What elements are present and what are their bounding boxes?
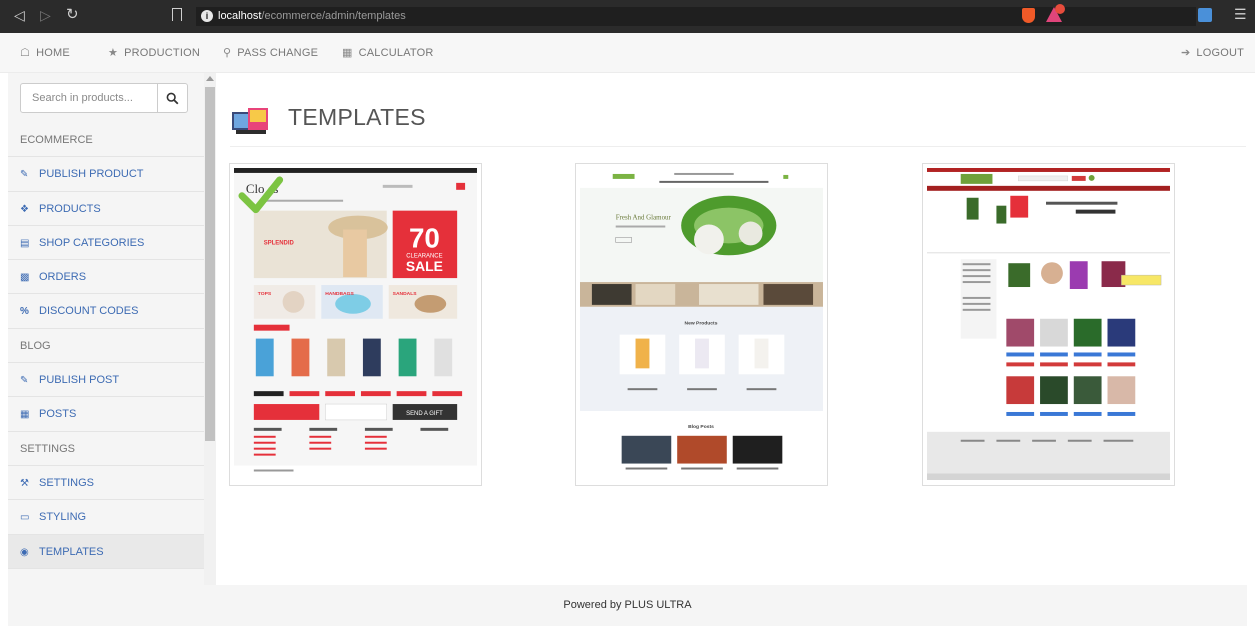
sidebar-heading-blog: BLOG (8, 329, 204, 364)
grid-icon: ▦ (20, 409, 30, 421)
list-icon: ▤ (20, 237, 30, 249)
home-icon: ☖ (20, 47, 31, 59)
calculator-icon: ▦ (342, 47, 353, 59)
sidebar-heading-settings: SETTINGS (8, 432, 204, 466)
mini-section-2: Blog Posts (688, 424, 714, 430)
sidebar-item-publish-product[interactable]: ✎ PUBLISH PRODUCT (8, 157, 204, 192)
edit-icon: ✎ (20, 375, 29, 387)
forward-icon[interactable]: ▷ (40, 7, 51, 24)
mini-hero: Fresh And Glamour (616, 214, 672, 222)
nav-logout-label: LOGOUT (1196, 47, 1245, 59)
sidebar-item-label: POSTS (39, 408, 77, 421)
mini-sale-big: 70 (409, 222, 440, 253)
template-card-3[interactable] (922, 163, 1175, 486)
sidebar-item-label: DISCOUNT CODES (39, 305, 139, 318)
sidebar-item-shop-categories[interactable]: ▤ SHOP CATEGORIES (8, 226, 204, 261)
scrollbar-thumb[interactable] (205, 87, 215, 441)
binoculars-icon: ◉ (20, 546, 29, 558)
template-card-2[interactable]: Fresh And Glamour New Products Blog Post… (575, 163, 828, 486)
header-divider (230, 146, 1246, 147)
mini-send-gift: SEND A GIFT (406, 411, 443, 417)
search-box (20, 83, 188, 113)
sidebar-item-templates[interactable]: ◉ TEMPLATES (8, 534, 204, 569)
nav-production[interactable]: ★ PRODUCTION (108, 46, 200, 59)
sidebar-item-label: STYLING (39, 511, 87, 524)
menu-icon[interactable]: ☰ (1234, 6, 1247, 23)
monitor-icon: ▭ (20, 512, 30, 524)
bookmark-icon[interactable] (172, 8, 182, 21)
edit-icon: ✎ (20, 169, 29, 181)
nav-calculator[interactable]: ▦ CALCULATOR (342, 46, 434, 59)
search-icon (166, 92, 179, 105)
nav-pass-change[interactable]: ⚲ PASS CHANGE (223, 46, 318, 59)
key-icon: ⚲ (223, 47, 232, 59)
nav-production-label: PRODUCTION (124, 47, 201, 59)
nav-home[interactable]: ☖ HOME (20, 46, 70, 59)
mini-section-1: New Products (685, 321, 718, 327)
sidebar-item-styling[interactable]: ▭ STYLING (8, 500, 204, 535)
sidebar-item-label: PUBLISH PRODUCT (39, 168, 144, 181)
sidebar-item-cutoff[interactable]: · ▬▬▬▬▬▬▬▬ (8, 569, 204, 585)
translate-icon[interactable] (1198, 8, 1212, 22)
page-title: TEMPLATES (288, 104, 426, 130)
sidebar-item-label: TEMPLATES (39, 545, 104, 558)
template-preview-pharmacy (927, 168, 1170, 481)
sidebar-item-label: SHOP CATEGORIES (39, 236, 145, 249)
sidebar-item-discount-codes[interactable]: % DISCOUNT CODES (8, 294, 204, 329)
url-path: /ecommerce/admin/templates (261, 10, 406, 22)
mini-banner-2: HANDBAGS (325, 291, 354, 297)
scroll-up-icon[interactable] (206, 76, 214, 81)
sidebar-item-label: PRODUCTS (39, 202, 101, 215)
search-button[interactable] (157, 84, 187, 112)
percent-icon: % (20, 306, 29, 318)
star-icon: ★ (108, 47, 119, 59)
template-card-1[interactable]: Clo es SPLENDID 70 CLEARANCE SALE TOPS H… (229, 163, 482, 486)
notification-badge (1055, 4, 1065, 14)
sidebar-scrollbar[interactable] (204, 73, 216, 585)
products-icon: ❖ (20, 203, 29, 215)
mini-banner-1: TOPS (258, 291, 272, 297)
logout-icon: ➔ (1181, 47, 1191, 59)
sidebar-item-label: PUBLISH POST (39, 374, 120, 387)
nav-pass-change-label: PASS CHANGE (237, 47, 319, 59)
sidebar-menu: ECOMMERCE ✎ PUBLISH PRODUCT ❖ PRODUCTS ▤ SH… (8, 123, 204, 585)
mini-sale-small: SALE (406, 258, 443, 274)
sidebar-item-orders[interactable]: ▩ ORDERS (8, 260, 204, 295)
browser-chrome: ◁ ▷ ↻ i localhost/ecommerce/admin/templa… (0, 0, 1255, 33)
orders-icon: ▩ (20, 272, 30, 284)
mini-splendid: SPLENDID (264, 240, 295, 246)
sidebar-item-posts[interactable]: ▦ POSTS (8, 397, 204, 432)
sidebar-item-publish-post[interactable]: ✎ PUBLISH POST (8, 363, 204, 398)
nav-calculator-label: CALCULATOR (358, 47, 434, 59)
wrench-icon: ⚒ (20, 477, 29, 489)
sidebar-item-products[interactable]: ❖ PRODUCTS (8, 192, 204, 226)
sidebar-item-settings[interactable]: ⚒ SETTINGS (8, 466, 204, 501)
footer-text: Powered by PLUS ULTRA (563, 599, 692, 611)
top-navbar: ☖ HOME ★ PRODUCTION ⚲ PASS CHANGE ▦ CALCULAT… (0, 33, 1255, 73)
footer: Powered by PLUS ULTRA (8, 585, 1247, 626)
nav-logout[interactable]: ➔ LOGOUT (1181, 46, 1244, 59)
back-icon[interactable]: ◁ (14, 7, 25, 24)
sidebar-heading-ecommerce: ECOMMERCE (8, 123, 204, 158)
sidebar-item-label: SETTINGS (39, 476, 95, 489)
template-preview-fashion: Clo es SPLENDID 70 CLEARANCE SALE TOPS H… (234, 168, 477, 481)
sidebar: ECOMMERCE ✎ PUBLISH PRODUCT ❖ PRODUCTS ▤ SH… (8, 73, 204, 585)
site-info-icon[interactable]: i (201, 10, 213, 22)
search-input[interactable] (21, 84, 157, 112)
brave-shield-icon[interactable] (1022, 8, 1035, 23)
nav-home-label: HOME (36, 47, 70, 59)
url-host: localhost (218, 10, 262, 22)
template-preview-cosmetics: Fresh And Glamour New Products Blog Post… (580, 168, 823, 481)
reload-icon[interactable]: ↻ (66, 5, 79, 23)
templates-icon (232, 108, 268, 134)
sidebar-item-label: ORDERS (39, 271, 87, 284)
mini-banner-3: SANDALS (393, 291, 418, 297)
